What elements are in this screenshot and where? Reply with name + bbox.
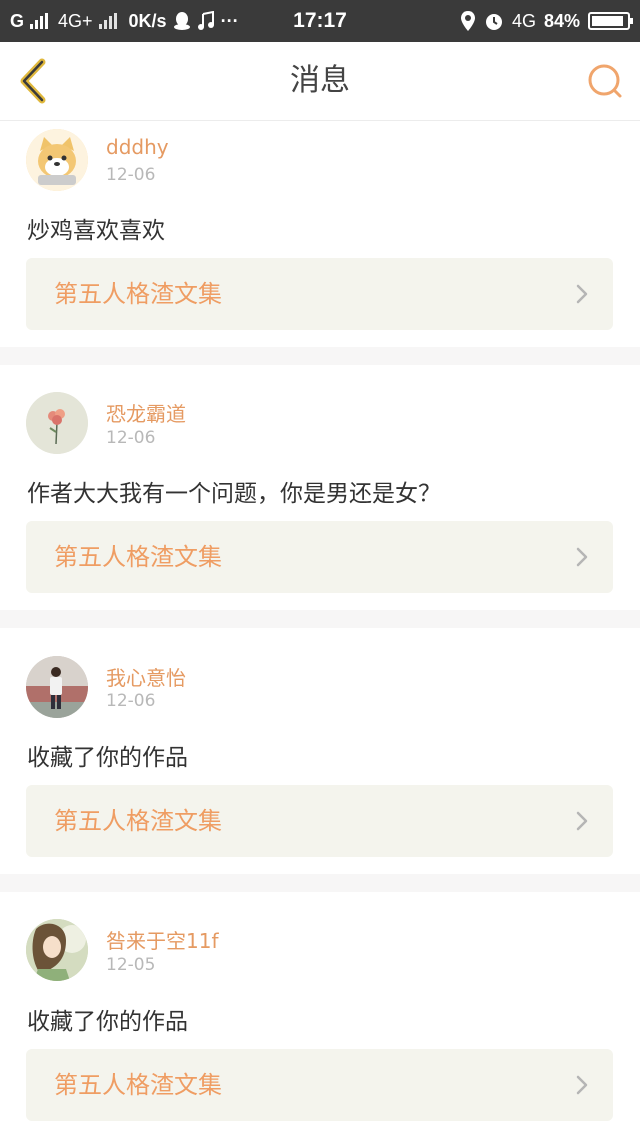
person-photo-avatar: [26, 656, 88, 718]
message-text: 炒鸡喜欢喜欢: [27, 218, 165, 244]
message-card: 咎来于空11f 12-05 收藏了你的作品 第五人格渣文集: [0, 892, 640, 1138]
message-list: dddhy 12-06 炒鸡喜欢喜欢 第五人格渣文集 恐龙霸道 12-06 作者…: [0, 121, 640, 1138]
work-title: 第五人格渣文集: [54, 543, 222, 571]
chevron-right-icon: [576, 811, 588, 831]
work-link[interactable]: 第五人格渣文集: [26, 521, 613, 593]
message-text: 作者大大我有一个问题，你是男还是女？: [27, 481, 441, 507]
work-title: 第五人格渣文集: [54, 807, 222, 835]
search-icon[interactable]: [586, 62, 624, 100]
status-right: 4G 84%: [460, 0, 633, 42]
chevron-right-icon: [576, 284, 588, 304]
network-type-2: 4G: [511, 10, 536, 31]
alarm-icon: [485, 14, 502, 30]
divider: [0, 347, 640, 365]
anime-girl-avatar: [26, 919, 88, 981]
avatar[interactable]: [26, 392, 88, 454]
divider: [0, 610, 640, 628]
message-date: 12-06: [106, 165, 156, 185]
message-date: 12-05: [106, 955, 156, 975]
username[interactable]: 我心意怡: [106, 662, 186, 691]
work-title: 第五人格渣文集: [54, 1071, 222, 1099]
message-text: 收藏了你的作品: [27, 1009, 188, 1035]
message-card: 恐龙霸道 12-06 作者大大我有一个问题，你是男还是女？ 第五人格渣文集: [0, 365, 640, 610]
chevron-right-icon: [576, 1075, 588, 1095]
divider: [0, 874, 640, 892]
message-card: 我心意怡 12-06 收藏了你的作品 第五人格渣文集: [0, 628, 640, 874]
message-date: 12-06: [106, 691, 156, 711]
avatar[interactable]: [26, 919, 88, 981]
clock-time: 17:17: [293, 9, 347, 32]
username[interactable]: dddhy: [106, 135, 169, 159]
username[interactable]: 恐龙霸道: [106, 398, 186, 427]
message-text: 收藏了你的作品: [27, 745, 188, 771]
avatar[interactable]: [26, 656, 88, 718]
avatar[interactable]: [26, 129, 88, 191]
page-title: 消息: [290, 63, 350, 98]
message-card: dddhy 12-06 炒鸡喜欢喜欢 第五人格渣文集: [0, 121, 640, 347]
username[interactable]: 咎来于空11f: [106, 925, 219, 954]
work-link[interactable]: 第五人格渣文集: [26, 258, 613, 330]
chevron-right-icon: [576, 547, 588, 567]
message-date: 12-06: [106, 428, 156, 448]
battery-icon: [588, 12, 633, 30]
status-bar: G 4G+ 0K/s ··· 17:17 4G 84%: [0, 0, 640, 42]
work-link[interactable]: 第五人格渣文集: [26, 1049, 613, 1121]
work-link[interactable]: 第五人格渣文集: [26, 785, 613, 857]
shiba-dog-avatar: [26, 129, 88, 191]
work-title: 第五人格渣文集: [54, 280, 222, 308]
battery-percent: 84%: [543, 10, 580, 31]
nav-bar: 消息: [0, 42, 640, 121]
flower-avatar: [26, 392, 88, 454]
location-icon: [460, 11, 475, 31]
